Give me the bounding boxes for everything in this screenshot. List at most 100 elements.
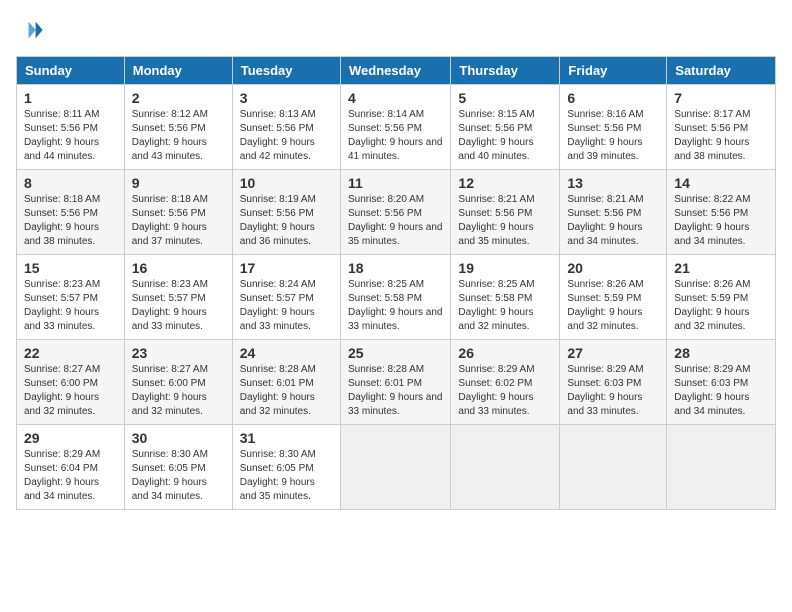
day-info: Sunrise: 8:21 AMSunset: 5:56 PMDaylight:… [567, 194, 643, 247]
day-number: 7 [674, 90, 768, 106]
day-info: Sunrise: 8:29 AMSunset: 6:03 PMDaylight:… [567, 364, 643, 417]
day-info: Sunrise: 8:17 AMSunset: 5:56 PMDaylight:… [674, 109, 750, 162]
calendar-header-row: SundayMondayTuesdayWednesdayThursdayFrid… [17, 57, 776, 85]
calendar-day-cell: 5Sunrise: 8:15 AMSunset: 5:56 PMDaylight… [451, 85, 560, 170]
calendar-day-cell: 26 Sunrise: 8:29 AMSunset: 6:02 PMDayligh… [451, 340, 560, 425]
day-info: Sunrise: 8:27 AMSunset: 6:00 PMDaylight:… [24, 364, 100, 417]
day-number: 3 [240, 90, 333, 106]
calendar-day-cell: 11Sunrise: 8:20 AMSunset: 5:56 PMDayligh… [340, 170, 450, 255]
day-of-week-header: Monday [124, 57, 232, 85]
calendar-day-cell: 9Sunrise: 8:18 AMSunset: 5:56 PMDaylight… [124, 170, 232, 255]
calendar-day-cell: 8 Sunrise: 8:18 AMSunset: 5:56 PMDaylight… [17, 170, 125, 255]
calendar-day-cell: 24 Sunrise: 8:28 AMSunset: 6:01 PMDayligh… [232, 340, 340, 425]
day-number: 24 [240, 345, 333, 361]
day-number: 13 [567, 175, 659, 191]
calendar-day-cell [560, 425, 667, 510]
calendar-day-cell: 23 Sunrise: 8:27 AMSunset: 6:00 PMDayligh… [124, 340, 232, 425]
day-number: 20 [567, 260, 659, 276]
day-number: 18 [348, 260, 443, 276]
day-number: 21 [674, 260, 768, 276]
calendar-day-cell: 25 Sunrise: 8:28 AMSunset: 6:01 PMDayligh… [340, 340, 450, 425]
calendar-day-cell: 15Sunrise: 8:23 AMSunset: 5:57 PMDayligh… [17, 255, 125, 340]
day-info: Sunrise: 8:22 AMSunset: 5:56 PMDaylight:… [674, 194, 750, 247]
day-info: Sunrise: 8:24 AMSunset: 5:57 PMDaylight:… [240, 279, 316, 332]
day-number: 27 [567, 345, 659, 361]
day-number: 10 [240, 175, 333, 191]
day-info: Sunrise: 8:25 AMSunset: 5:58 PMDaylight:… [348, 279, 443, 332]
calendar-day-cell: 22 Sunrise: 8:27 AMSunset: 6:00 PMDayligh… [17, 340, 125, 425]
day-number: 22 [24, 345, 117, 361]
day-of-week-header: Wednesday [340, 57, 450, 85]
calendar-day-cell: 12 Sunrise: 8:21 AMSunset: 5:56 PMDayligh… [451, 170, 560, 255]
day-info: Sunrise: 8:25 AMSunset: 5:58 PMDaylight:… [458, 279, 534, 332]
day-info: Sunrise: 8:14 AMSunset: 5:56 PMDaylight:… [348, 109, 443, 162]
calendar-day-cell: 20 Sunrise: 8:26 AMSunset: 5:59 PMDayligh… [560, 255, 667, 340]
day-info: Sunrise: 8:20 AMSunset: 5:56 PMDaylight:… [348, 194, 443, 247]
day-info: Sunrise: 8:12 AMSunset: 5:56 PMDaylight:… [132, 109, 208, 162]
calendar-day-cell [451, 425, 560, 510]
calendar-week-row: 8 Sunrise: 8:18 AMSunset: 5:56 PMDaylight… [17, 170, 776, 255]
logo-icon [16, 16, 44, 44]
calendar-week-row: 22 Sunrise: 8:27 AMSunset: 6:00 PMDayligh… [17, 340, 776, 425]
day-number: 17 [240, 260, 333, 276]
calendar-day-cell: 16 Sunrise: 8:23 AMSunset: 5:57 PMDayligh… [124, 255, 232, 340]
page-header [16, 16, 776, 44]
day-info: Sunrise: 8:16 AMSunset: 5:56 PMDaylight:… [567, 109, 643, 162]
calendar-day-cell: 21 Sunrise: 8:26 AMSunset: 5:59 PMDayligh… [667, 255, 776, 340]
calendar-table: SundayMondayTuesdayWednesdayThursdayFrid… [16, 56, 776, 510]
day-number: 26 [458, 345, 552, 361]
day-number: 23 [132, 345, 225, 361]
day-number: 16 [132, 260, 225, 276]
day-of-week-header: Friday [560, 57, 667, 85]
calendar-day-cell [667, 425, 776, 510]
day-info: Sunrise: 8:28 AMSunset: 6:01 PMDaylight:… [240, 364, 316, 417]
day-number: 14 [674, 175, 768, 191]
day-info: Sunrise: 8:26 AMSunset: 5:59 PMDaylight:… [567, 279, 643, 332]
day-number: 12 [458, 175, 552, 191]
day-info: Sunrise: 8:19 AMSunset: 5:56 PMDaylight:… [240, 194, 316, 247]
day-info: Sunrise: 8:23 AMSunset: 5:57 PMDaylight:… [132, 279, 208, 332]
calendar-day-cell [340, 425, 450, 510]
calendar-day-cell: 27 Sunrise: 8:29 AMSunset: 6:03 PMDayligh… [560, 340, 667, 425]
day-number: 28 [674, 345, 768, 361]
calendar-day-cell: 10 Sunrise: 8:19 AMSunset: 5:56 PMDayligh… [232, 170, 340, 255]
calendar-day-cell: 13 Sunrise: 8:21 AMSunset: 5:56 PMDayligh… [560, 170, 667, 255]
day-info: Sunrise: 8:18 AMSunset: 5:56 PMDaylight:… [24, 194, 100, 247]
day-info: Sunrise: 8:26 AMSunset: 5:59 PMDaylight:… [674, 279, 750, 332]
calendar-day-cell: 1 Sunrise: 8:11 AMSunset: 5:56 PMDaylight… [17, 85, 125, 170]
day-number: 25 [348, 345, 443, 361]
day-info: Sunrise: 8:11 AMSunset: 5:56 PMDaylight:… [24, 109, 99, 162]
calendar-week-row: 1 Sunrise: 8:11 AMSunset: 5:56 PMDaylight… [17, 85, 776, 170]
calendar-day-cell: 30 Sunrise: 8:30 AMSunset: 6:05 PMDayligh… [124, 425, 232, 510]
day-number: 30 [132, 430, 225, 446]
day-info: Sunrise: 8:21 AMSunset: 5:56 PMDaylight:… [458, 194, 534, 247]
day-number: 1 [24, 90, 117, 106]
calendar-day-cell: 31 Sunrise: 8:30 AMSunset: 6:05 PMDayligh… [232, 425, 340, 510]
day-info: Sunrise: 8:23 AMSunset: 5:57 PMDaylight:… [24, 279, 100, 332]
day-number: 8 [24, 175, 117, 191]
day-number: 29 [24, 430, 117, 446]
day-number: 5 [458, 90, 552, 106]
calendar-day-cell: 14 Sunrise: 8:22 AMSunset: 5:56 PMDayligh… [667, 170, 776, 255]
day-number: 9 [132, 175, 225, 191]
logo [16, 16, 48, 44]
day-info: Sunrise: 8:29 AMSunset: 6:02 PMDaylight:… [458, 364, 534, 417]
calendar-day-cell: 19Sunrise: 8:25 AMSunset: 5:58 PMDayligh… [451, 255, 560, 340]
day-of-week-header: Tuesday [232, 57, 340, 85]
calendar-day-cell: 17 Sunrise: 8:24 AMSunset: 5:57 PMDayligh… [232, 255, 340, 340]
day-number: 4 [348, 90, 443, 106]
day-info: Sunrise: 8:30 AMSunset: 6:05 PMDaylight:… [240, 449, 316, 502]
calendar-day-cell: 29 Sunrise: 8:29 AMSunset: 6:04 PMDayligh… [17, 425, 125, 510]
day-number: 2 [132, 90, 225, 106]
calendar-day-cell: 3 Sunrise: 8:13 AMSunset: 5:56 PMDaylight… [232, 85, 340, 170]
day-info: Sunrise: 8:28 AMSunset: 6:01 PMDaylight:… [348, 364, 443, 417]
day-info: Sunrise: 8:30 AMSunset: 6:05 PMDaylight:… [132, 449, 208, 502]
day-of-week-header: Thursday [451, 57, 560, 85]
day-info: Sunrise: 8:13 AMSunset: 5:56 PMDaylight:… [240, 109, 316, 162]
calendar-day-cell: 2 Sunrise: 8:12 AMSunset: 5:56 PMDaylight… [124, 85, 232, 170]
day-number: 31 [240, 430, 333, 446]
calendar-day-cell: 7 Sunrise: 8:17 AMSunset: 5:56 PMDaylight… [667, 85, 776, 170]
day-info: Sunrise: 8:27 AMSunset: 6:00 PMDaylight:… [132, 364, 208, 417]
calendar-day-cell: 28Sunrise: 8:29 AMSunset: 6:03 PMDayligh… [667, 340, 776, 425]
day-info: Sunrise: 8:29 AMSunset: 6:04 PMDaylight:… [24, 449, 100, 502]
